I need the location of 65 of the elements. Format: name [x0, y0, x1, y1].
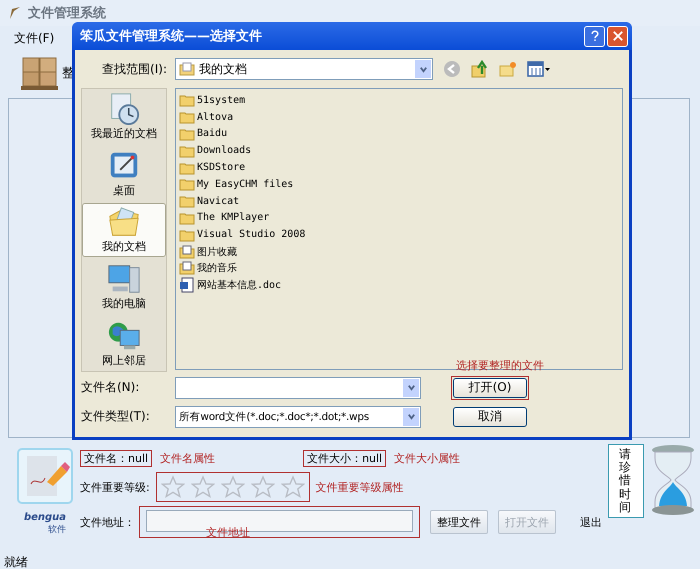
- view-menu-icon[interactable]: [527, 60, 551, 78]
- file-size-note: 文件大小属性: [394, 450, 460, 466]
- back-icon[interactable]: [443, 60, 461, 78]
- file-type-label: 文件类型(T):: [81, 408, 151, 425]
- file-list-item[interactable]: 我的音乐: [179, 260, 619, 277]
- places-item[interactable]: 网上邻居: [82, 316, 166, 371]
- places-item[interactable]: 我的电脑: [82, 259, 166, 314]
- document-icon: [179, 277, 195, 294]
- open-note: 选择要整理的文件: [456, 358, 544, 372]
- app-icon: [8, 6, 22, 20]
- file-list-item[interactable]: My EasyCHM files: [179, 176, 619, 193]
- star-icon[interactable]: [250, 475, 275, 499]
- file-list-item[interactable]: Downloads: [179, 142, 619, 160]
- star-icon[interactable]: [280, 475, 305, 499]
- close-icon: [610, 29, 624, 43]
- action-button[interactable]: 退出: [574, 510, 608, 534]
- places-item[interactable]: 桌面: [82, 146, 166, 201]
- file-list-item[interactable]: 网站基本信息.doc: [179, 276, 619, 294]
- file-list-item[interactable]: The KMPlayer: [179, 210, 619, 226]
- star-icon[interactable]: [190, 475, 215, 499]
- close-button[interactable]: [607, 26, 628, 46]
- new-folder-icon[interactable]: [499, 60, 517, 78]
- file-list-item[interactable]: Altova: [179, 108, 619, 126]
- tooltip: 请珍惜时间: [608, 444, 644, 518]
- look-in-dropdown[interactable]: 我的文档: [175, 58, 433, 80]
- logo-subtitle: 软件: [48, 524, 66, 536]
- star-icon[interactable]: [220, 475, 245, 499]
- places-item[interactable]: 我的文档: [82, 202, 166, 258]
- menu-item[interactable]: 文件(F): [10, 30, 58, 46]
- pencil-paper-icon: [17, 448, 73, 504]
- folder-icon: [179, 260, 195, 276]
- address-note: 文件地址: [206, 525, 250, 540]
- boxes-icon: [20, 55, 60, 91]
- status-text: 就绪: [4, 554, 28, 569]
- folder-icon: [179, 244, 195, 260]
- up-folder-icon[interactable]: [471, 60, 489, 78]
- file-name-label: 文件名(N):: [81, 379, 140, 396]
- file-list-item[interactable]: Navicat: [179, 192, 619, 210]
- star-rating[interactable]: [160, 475, 305, 499]
- importance-label: 文件重要等级:: [80, 480, 150, 494]
- file-list-item[interactable]: 51system: [179, 92, 619, 109]
- file-list-item[interactable]: Baidu: [179, 126, 619, 142]
- importance-note: 文件重要等级属性: [316, 480, 404, 494]
- places-item[interactable]: 我最近的文档: [82, 89, 166, 144]
- action-button[interactable]: 整理文件: [430, 510, 488, 534]
- hourglass-icon: [650, 444, 696, 516]
- file-name-value: 文件名：null: [80, 450, 152, 466]
- dialog-title: 笨瓜文件管理系统——选择文件: [80, 28, 263, 45]
- file-type-dropdown[interactable]: 所有word文件(*.doc;*.doc*;*.dot;*.wps: [175, 406, 421, 428]
- address-field[interactable]: 文件地址: [139, 506, 420, 538]
- file-size-value: 文件大小：null: [303, 450, 386, 466]
- help-button[interactable]: [584, 26, 605, 46]
- look-in-label: 查找范围(I):: [101, 60, 167, 78]
- window-title: 文件管理系统: [28, 4, 106, 22]
- file-list-item[interactable]: 图片收藏: [179, 243, 619, 260]
- open-button[interactable]: 打开(O): [453, 378, 527, 398]
- cancel-button[interactable]: 取消: [453, 406, 527, 426]
- folder-icon: [179, 61, 195, 77]
- file-list-item[interactable]: Visual Studio 2008: [179, 226, 619, 244]
- file-name-field[interactable]: [175, 376, 421, 398]
- address-label: 文件地址：: [80, 514, 135, 530]
- logo-text: bengua: [24, 512, 66, 523]
- file-name-note: 文件名属性: [160, 450, 216, 466]
- star-icon[interactable]: [160, 475, 185, 499]
- file-list-item[interactable]: KSDStore: [179, 159, 619, 176]
